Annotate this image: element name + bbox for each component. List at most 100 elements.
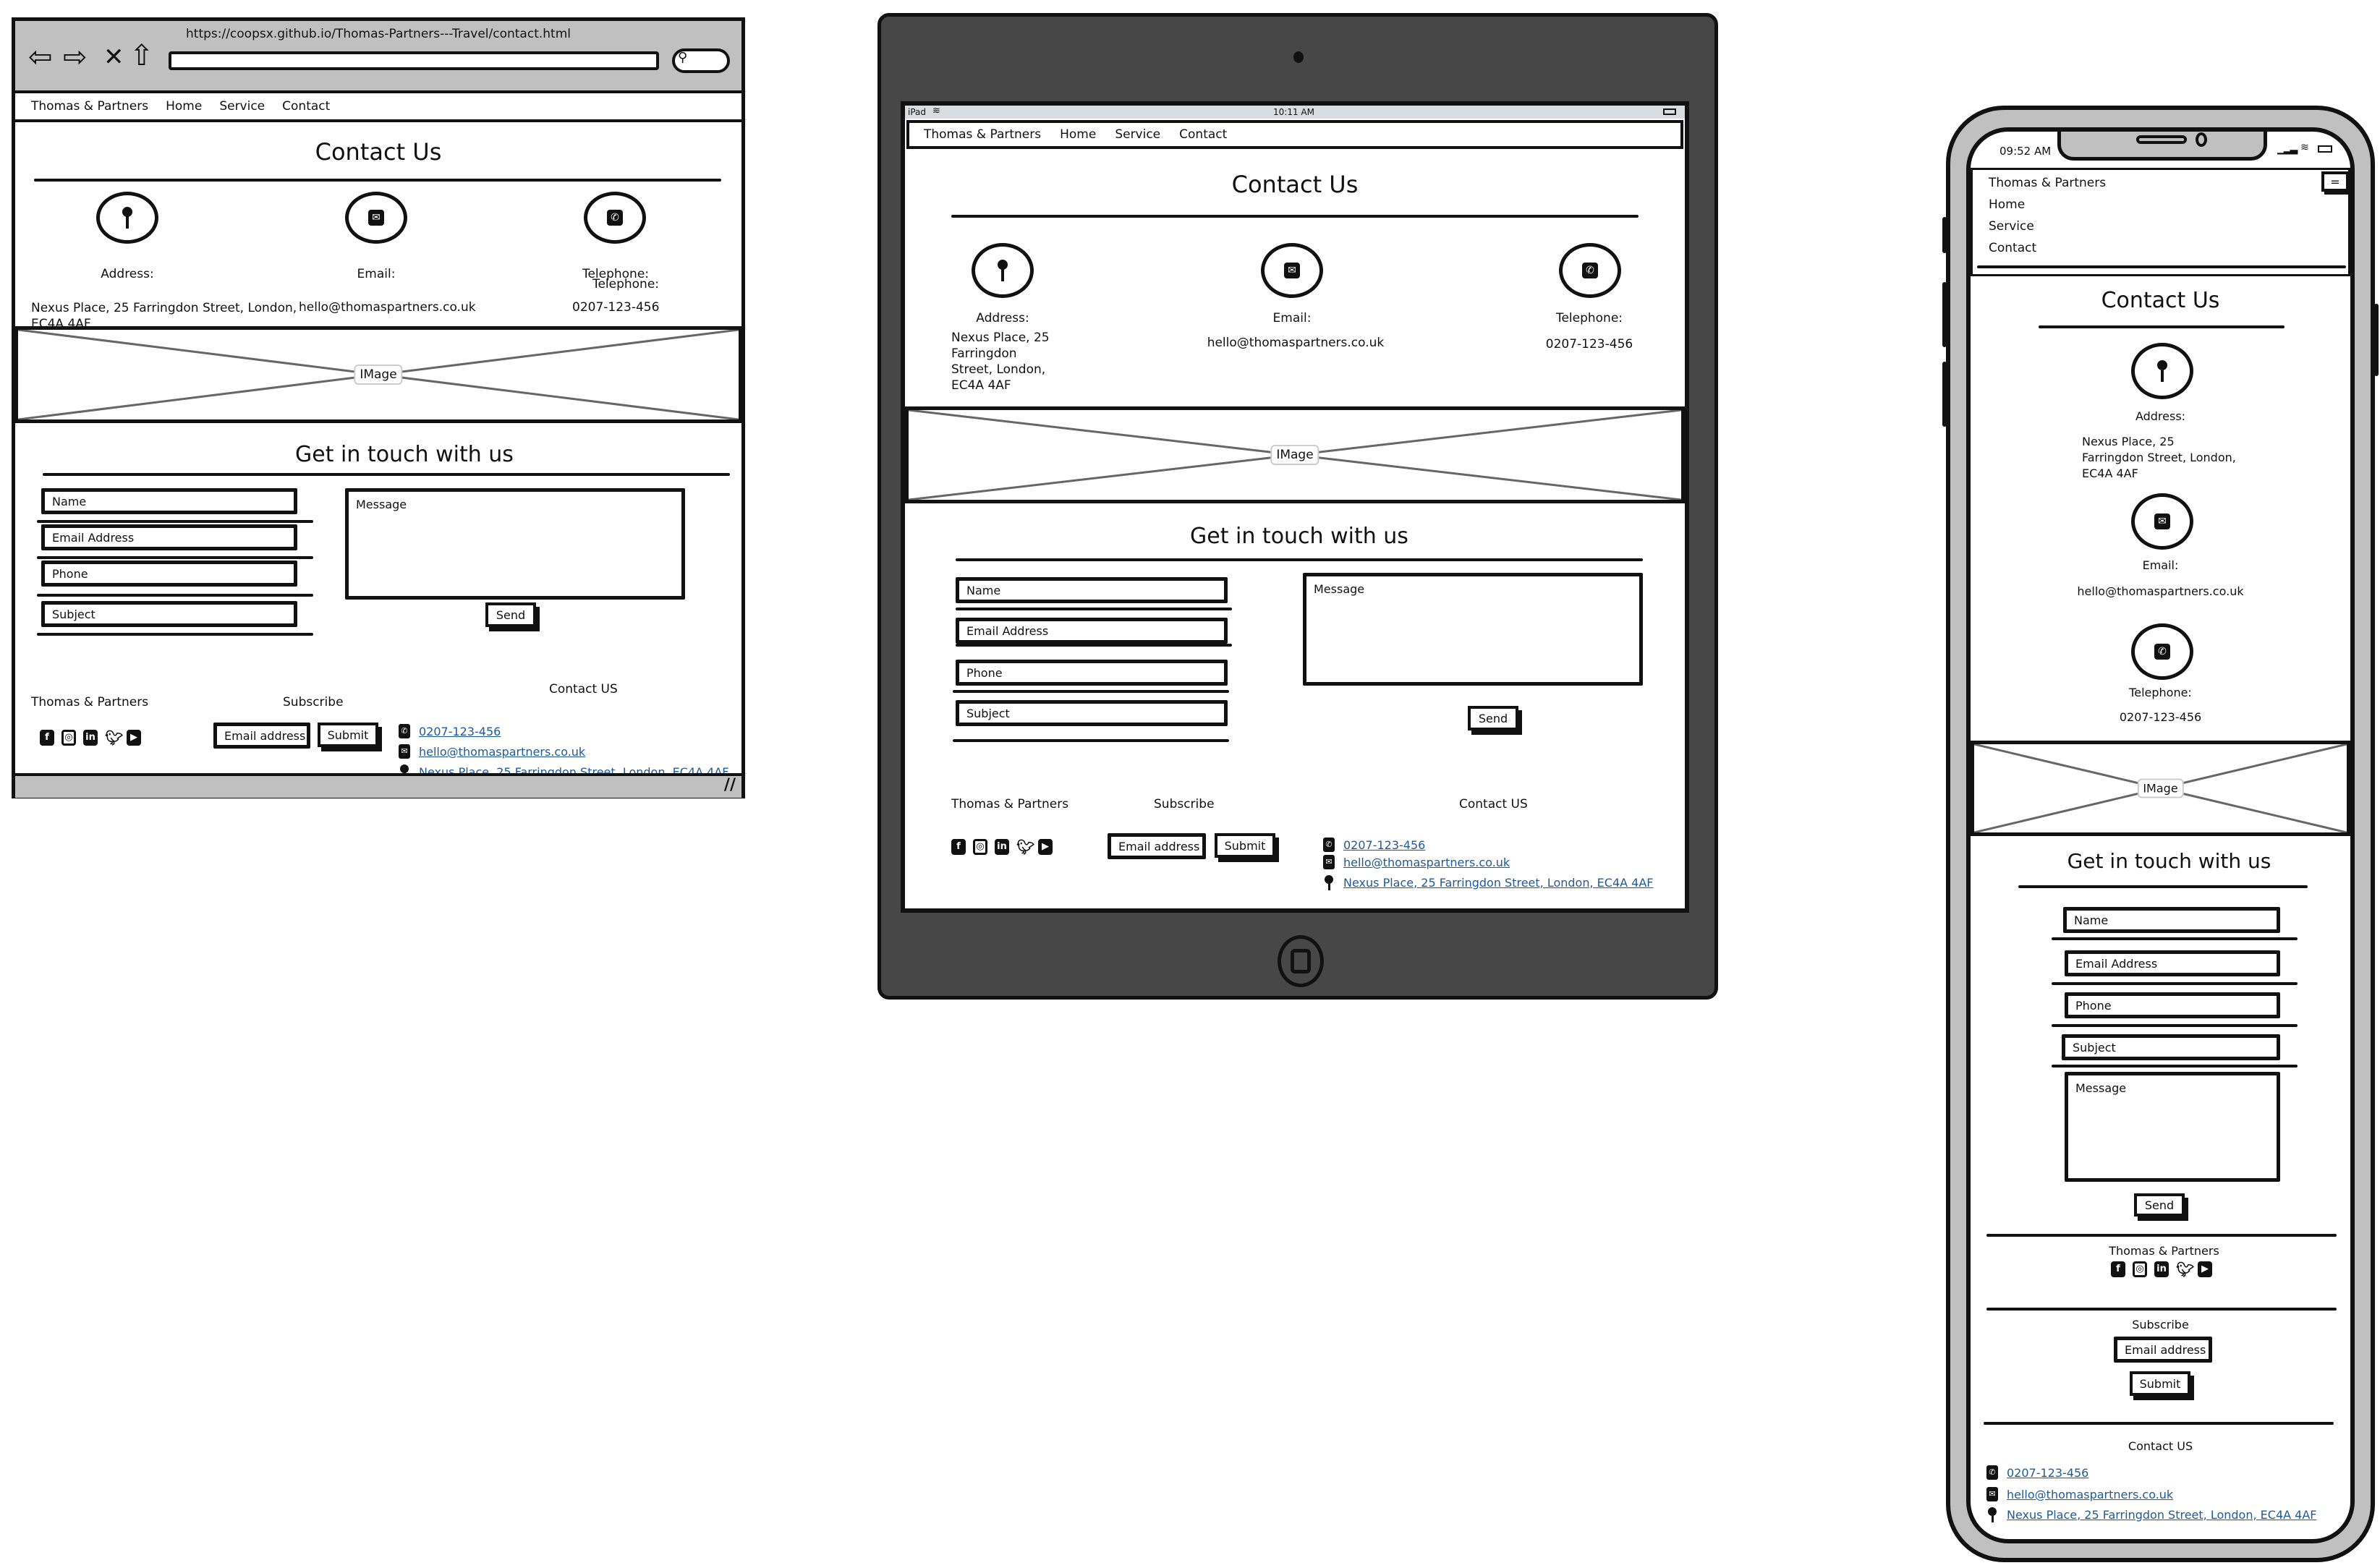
twitter-icon[interactable]: 🐦︎ — [1016, 839, 1034, 855]
telephone-label: Telephone: — [1555, 311, 1623, 325]
phone-volume-down[interactable] — [1942, 362, 1947, 427]
linkedin-icon[interactable]: in — [2154, 1261, 2169, 1277]
wifi-icon: ≋ — [2300, 142, 2309, 153]
address-label: Address: — [976, 311, 1029, 325]
email-label: Email: — [357, 267, 396, 281]
subject-input[interactable]: Subject — [2062, 1034, 2280, 1060]
phone-input[interactable]: Phone — [41, 561, 297, 587]
signal-icon: ▁▂▃ — [2277, 143, 2298, 155]
envelope-icon: ✉ — [1986, 1487, 1998, 1501]
nav-home[interactable]: Home — [166, 99, 202, 114]
search-button[interactable]: ⚲ — [672, 48, 730, 73]
phone-input[interactable]: Phone — [2065, 992, 2280, 1018]
forward-arrow-icon[interactable]: ⇨ — [63, 43, 88, 72]
form-title-underline — [956, 558, 1643, 561]
telephone-icon-circle: ✆ — [1559, 243, 1621, 298]
youtube-icon[interactable]: ▶ — [2198, 1261, 2212, 1277]
nav-brand[interactable]: Thomas & Partners — [31, 99, 148, 114]
name-input[interactable]: Name — [956, 577, 1228, 603]
nav-service[interactable]: Service — [219, 99, 265, 114]
address-line: EC4A 4AF — [2082, 466, 2138, 480]
instagram-icon[interactable]: ◎ — [973, 839, 987, 855]
phone-underline — [953, 690, 1229, 693]
facebook-icon[interactable]: f — [2111, 1261, 2125, 1277]
image-placeholder: IMage — [905, 406, 1685, 503]
footer-email-link[interactable]: hello@thomaspartners.co.uk — [1343, 856, 1510, 869]
subscribe-submit-button[interactable]: Submit — [1215, 833, 1275, 858]
browser-url-title: https://coopsx.github.io/Thomas-Partners… — [186, 27, 571, 41]
map-pin-icon — [1986, 1507, 1998, 1522]
subscribe-submit-button[interactable]: Submit — [2130, 1371, 2190, 1396]
phone-side-button[interactable] — [1942, 217, 1947, 253]
phone-volume-up[interactable] — [1942, 282, 1947, 347]
footer-email-link[interactable]: hello@thomaspartners.co.uk — [2007, 1488, 2173, 1501]
message-textarea[interactable]: Message — [2065, 1072, 2280, 1182]
facebook-icon[interactable]: f — [40, 730, 54, 746]
email-label: Email: — [1272, 311, 1312, 325]
footer-phone-link[interactable]: 0207-123-456 — [419, 725, 501, 738]
nav-service[interactable]: Service — [1989, 219, 2034, 234]
send-button[interactable]: Send — [1468, 706, 1518, 730]
social-links: f ◎ in 🐦︎ ▶ — [951, 839, 1053, 855]
youtube-icon[interactable]: ▶ — [1038, 839, 1053, 855]
footer-address-link[interactable]: Nexus Place, 25 Farringdon Street, Londo… — [2007, 1508, 2316, 1522]
name-input[interactable]: Name — [2063, 907, 2280, 933]
telephone-value: 0207-123-456 — [1545, 337, 1633, 351]
browser-status-bar: // — [15, 773, 741, 798]
footer-email-link[interactable]: hello@thomaspartners.co.uk — [419, 745, 585, 759]
subscribe-email-input[interactable]: Email address — [2114, 1337, 2212, 1363]
battery-icon — [1663, 108, 1676, 115]
nav-home[interactable]: Home — [1989, 197, 2025, 212]
footer-subscribe-title: Subscribe — [283, 695, 344, 710]
nav-brand[interactable]: Thomas & Partners — [1989, 176, 2106, 190]
home-icon[interactable]: ⇧ — [129, 41, 154, 70]
nav-contact[interactable]: Contact — [1989, 241, 2036, 255]
linkedin-icon[interactable]: in — [995, 839, 1009, 855]
subscribe-email-input[interactable]: Email address — [213, 723, 310, 749]
phone-input[interactable]: Phone — [956, 660, 1228, 686]
footer-phone-line: ✆ 0207-123-456 — [1323, 838, 1425, 852]
resize-handle-icon[interactable]: // — [724, 776, 736, 794]
phone-power-button[interactable] — [2374, 304, 2379, 376]
twitter-icon[interactable]: 🐦︎ — [2176, 1261, 2194, 1277]
image-label: IMage — [2137, 778, 2184, 798]
footer-address-link[interactable]: Nexus Place, 25 Farringdon Street, Londo… — [1343, 876, 1653, 890]
subscribe-email-input[interactable]: Email address — [1108, 833, 1206, 859]
nav-service[interactable]: Service — [1115, 127, 1160, 142]
name-input[interactable]: Name — [41, 488, 297, 514]
address-bar[interactable] — [169, 51, 659, 70]
browser-chrome: https://coopsx.github.io/Thomas-Partners… — [15, 21, 741, 93]
form-title-underline — [2018, 885, 2308, 888]
nav-home[interactable]: Home — [1060, 127, 1096, 142]
footer-phone-link[interactable]: 0207-123-456 — [1343, 838, 1425, 852]
instagram-icon[interactable]: ◎ — [2133, 1261, 2147, 1277]
stop-icon[interactable]: ✕ — [103, 43, 124, 72]
email-input[interactable]: Email Address — [41, 524, 297, 550]
twitter-icon[interactable]: 🐦︎ — [105, 730, 123, 746]
address-label: Address: — [2135, 409, 2186, 423]
hamburger-menu-button[interactable]: = — [2321, 171, 2349, 192]
nav-contact[interactable]: Contact — [282, 99, 330, 114]
back-arrow-icon[interactable]: ⇦ — [28, 43, 53, 72]
youtube-icon[interactable]: ▶ — [127, 730, 141, 746]
linkedin-icon[interactable]: in — [83, 730, 98, 746]
tablet-home-button[interactable] — [1278, 935, 1324, 987]
footer-address-line: Nexus Place, 25 Farringdon Street, Londo… — [1986, 1507, 2316, 1522]
subscribe-submit-button[interactable]: Submit — [318, 723, 378, 747]
nav-brand[interactable]: Thomas & Partners — [924, 127, 1041, 142]
subject-input[interactable]: Subject — [956, 700, 1228, 726]
email-underline — [37, 556, 313, 559]
footer-phone-link[interactable]: 0207-123-456 — [2007, 1466, 2088, 1480]
send-button[interactable]: Send — [2134, 1193, 2185, 1217]
nav-contact[interactable]: Contact — [1179, 127, 1227, 142]
facebook-icon[interactable]: f — [951, 839, 966, 855]
message-textarea[interactable]: Message — [1303, 573, 1643, 686]
email-input[interactable]: Email Address — [956, 618, 1228, 644]
send-button[interactable]: Send — [485, 602, 536, 627]
image-placeholder: IMage — [14, 326, 742, 423]
front-camera — [2196, 132, 2207, 147]
subject-input[interactable]: Subject — [41, 601, 297, 627]
instagram-icon[interactable]: ◎ — [61, 730, 76, 746]
message-textarea[interactable]: Message — [345, 488, 685, 600]
email-input[interactable]: Email Address — [2065, 950, 2280, 976]
